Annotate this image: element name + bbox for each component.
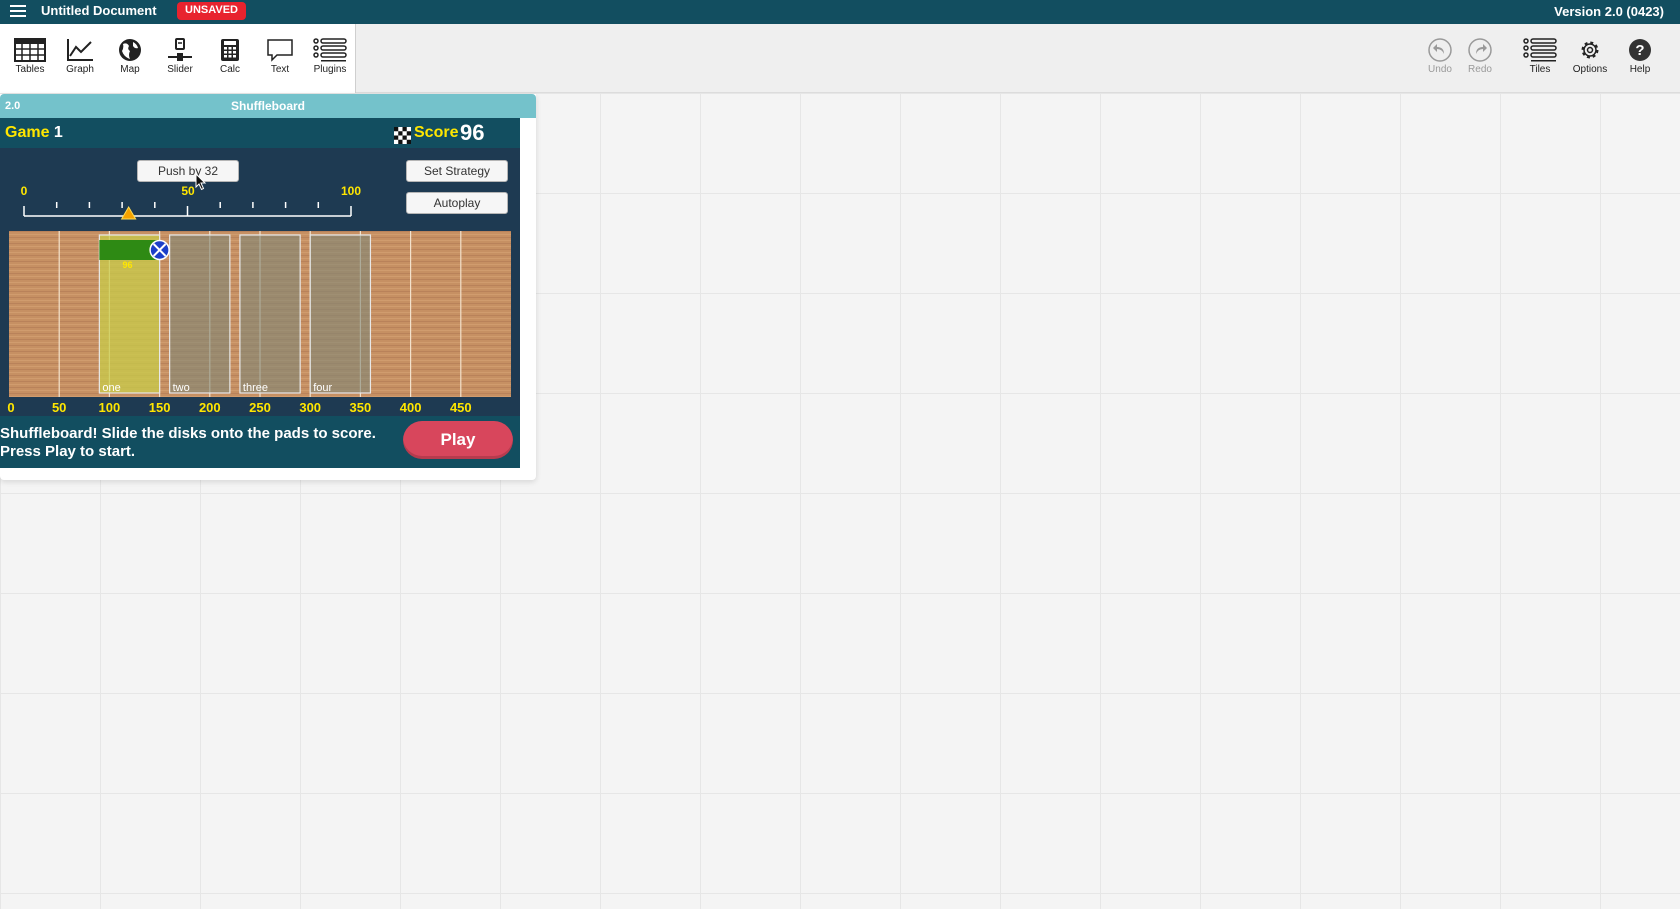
speech-bubble-icon (267, 39, 293, 62)
pad-label-one: one (102, 382, 121, 394)
pad-three (239, 234, 301, 394)
calculator-icon (221, 39, 239, 61)
axis-label: 450 (449, 400, 472, 415)
help-button[interactable]: ? Help (1615, 38, 1665, 75)
graph-tool-label: Graph (66, 64, 94, 75)
axis-label: 0 (7, 400, 15, 415)
game-number: 1 (53, 124, 63, 141)
plugins-tool[interactable]: Plugins (305, 38, 355, 75)
graph-tool[interactable]: Graph (55, 38, 105, 75)
globe-icon (119, 39, 141, 61)
app-title-bar: Untitled Document UNSAVED Version 2.0 (0… (0, 0, 1680, 24)
court-axis: 0 50 100 150 200 250 300 350 400 450 (0, 400, 520, 416)
document-title[interactable]: Untitled Document (41, 3, 157, 18)
calc-tool-label: Calc (219, 64, 240, 75)
help-label: Help (1629, 64, 1651, 75)
pad-label-four: four (313, 382, 333, 394)
game-label: Game 1 (5, 124, 63, 142)
disk-score-label: 96 (122, 260, 132, 270)
table-icon (14, 38, 46, 62)
shuffleboard-component: 2.0 Shuffleboard Game 1 Score 96 Push by… (0, 94, 536, 480)
axis-label: 200 (198, 400, 221, 415)
text-tool-label: Text (270, 64, 290, 75)
pad-label-two: two (172, 382, 190, 394)
axis-label: 250 (249, 400, 271, 415)
component-title-bar[interactable]: 2.0 Shuffleboard (0, 94, 536, 118)
component-title: Shuffleboard (231, 99, 305, 113)
slider-tool[interactable]: Slider (155, 38, 205, 75)
graph-icon (67, 39, 93, 61)
pad-four (309, 234, 372, 394)
axis-label: 400 (399, 400, 422, 415)
set-strategy-button[interactable]: Set Strategy (406, 160, 508, 182)
tables-tool[interactable]: Tables (5, 38, 55, 75)
gear-icon (1581, 41, 1599, 59)
undo-icon (1428, 38, 1452, 62)
score-label: Score (414, 124, 459, 141)
tiles-button[interactable]: Tiles (1515, 38, 1565, 75)
tiles-icon (1523, 38, 1557, 62)
pad-label-three: three (242, 382, 268, 394)
game-footer: Shuffleboard! Slide the disks onto the p… (0, 416, 520, 468)
map-tool-label: Map (120, 64, 140, 75)
axis-label: 50 (51, 400, 67, 415)
plugins-tool-label: Plugins (313, 64, 347, 75)
help-icon: ? (1629, 39, 1651, 61)
shuffleboard-court: 96 (9, 231, 511, 397)
axis-label: 350 (349, 400, 372, 415)
pad-two (169, 234, 231, 394)
axis-label: 100 (98, 400, 121, 415)
unsaved-badge: UNSAVED (177, 2, 246, 20)
options-button[interactable]: Options (1565, 38, 1615, 75)
slider-tool-label: Slider (167, 64, 193, 75)
tool-palette: Tables Graph Map Slider Calc Text Plugin… (0, 24, 356, 93)
redo-label: Redo (1468, 64, 1492, 75)
play-button[interactable]: Play (403, 421, 513, 459)
autoplay-button[interactable]: Autoplay (406, 192, 508, 214)
version-label: Version 2.0 (0423) (1554, 4, 1664, 19)
map-tool[interactable]: Map (105, 38, 155, 75)
redo-icon (1468, 38, 1492, 62)
slider-track (23, 202, 352, 220)
mouse-cursor-icon (195, 173, 207, 191)
disk-icon (149, 239, 170, 261)
svg-text:?: ? (1635, 42, 1644, 59)
game-label-text: Game (5, 124, 50, 141)
redo-button[interactable]: Redo (1455, 38, 1505, 75)
axis-label: 300 (299, 400, 322, 415)
text-tool[interactable]: Text (255, 38, 305, 75)
tiles-label: Tiles (1529, 64, 1551, 75)
calc-tool[interactable]: Calc (205, 38, 255, 75)
tables-tool-label: Tables (15, 64, 45, 75)
game-header: Game 1 Score 96 (0, 118, 520, 148)
axis-label: 150 (148, 400, 171, 415)
status-message: Shuffleboard! Slide the disks onto the p… (0, 425, 376, 460)
toolbar: Tables Graph Map Slider Calc Text Plugin… (0, 24, 1680, 93)
push-slider[interactable]: 0 50 100 (18, 184, 361, 230)
options-label: Options (1572, 64, 1608, 75)
game-area: Game 1 Score 96 Push by 32 Set Strategy … (0, 118, 520, 468)
slider-icon (168, 38, 192, 61)
plugins-icon (313, 38, 347, 62)
slider-handle[interactable] (120, 206, 137, 220)
push-button[interactable]: Push by 32 (137, 160, 239, 182)
hamburger-menu-icon[interactable] (10, 3, 26, 19)
score-value: 96 (460, 120, 485, 145)
checkered-flag-icon (394, 127, 411, 144)
